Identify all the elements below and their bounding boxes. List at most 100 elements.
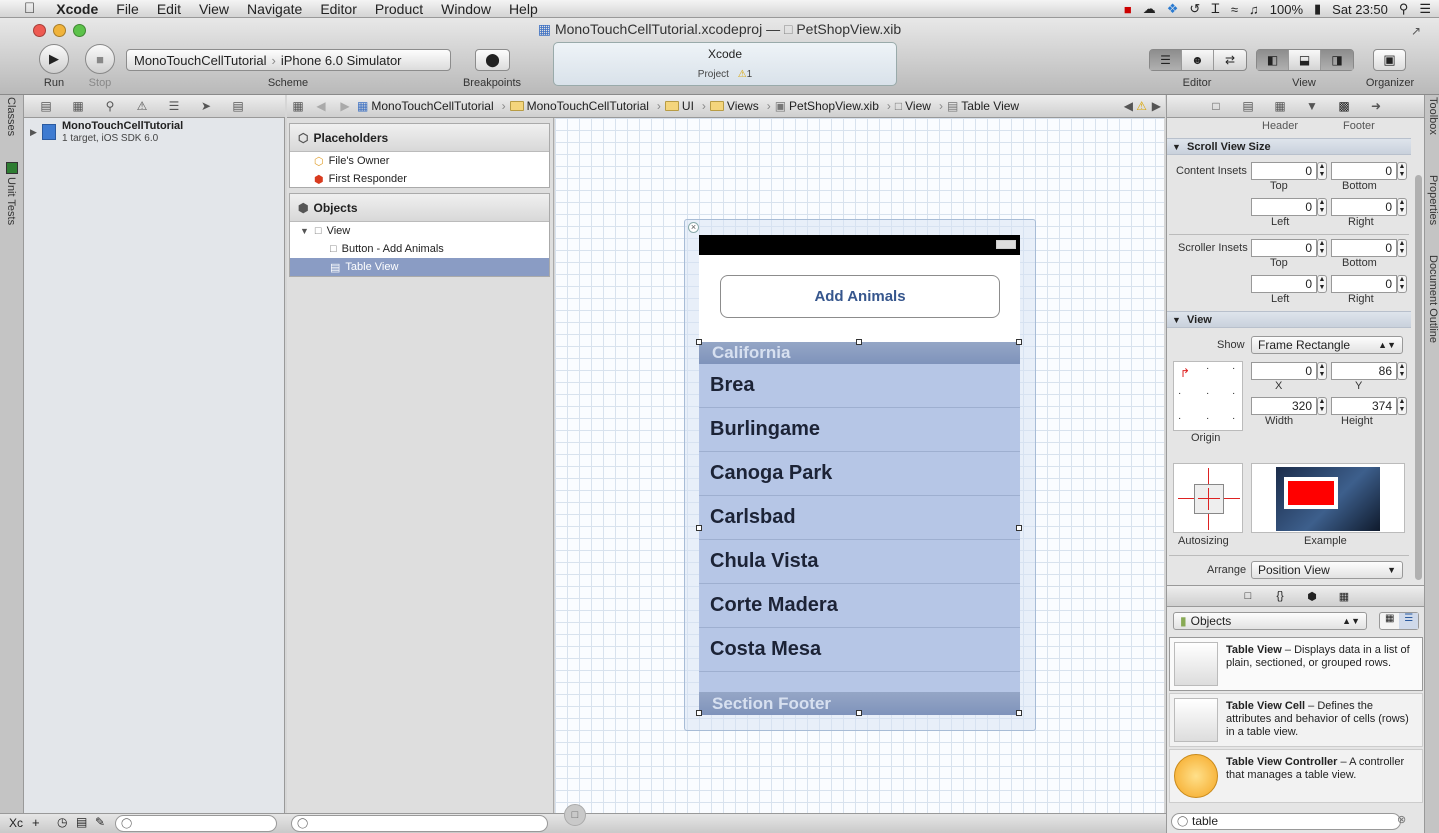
menu-help[interactable]: Help [500,0,547,18]
activity-warning-count[interactable]: 1 [747,69,753,80]
stepper-icon[interactable]: ▲ ▼ [1317,239,1327,257]
breadcrumb-xib[interactable]: ▣ PetShopView.xib [775,99,879,113]
dropbox-icon[interactable]: ❖ [1167,1,1179,17]
organizer-button[interactable]: ▣ [1373,49,1406,71]
notification-center-icon[interactable]: ☰ [1419,1,1431,17]
origin-selector[interactable]: ↱ · · · · · · · · [1173,361,1243,431]
properties-tab[interactable]: Properties [1427,175,1439,225]
x-field[interactable]: 0 [1251,362,1317,380]
activity-viewer[interactable]: Xcode Project ⚠1 [553,42,897,86]
view-section[interactable]: ▼ View [1167,311,1411,328]
time-machine-icon[interactable]: ↺ [1189,1,1200,17]
project-name[interactable]: MonoTouchCellTutorial [62,120,183,132]
library-filter-select[interactable]: ▮ Objects ▲▼ [1173,612,1367,630]
document-outline-tab[interactable]: Document Outline [1427,255,1439,343]
left-strut-icon[interactable] [1178,498,1194,499]
breadcrumb-table-view[interactable]: ▤ Table View [947,99,1019,113]
scroller-inset-top-field[interactable]: 0 [1251,239,1317,257]
simulated-iphone-view[interactable]: Add Animals California Brea Burlingame C… [696,235,1022,716]
first-responder-row[interactable]: ⬢ First Responder [290,170,549,188]
scroller-inset-bottom-field[interactable]: 0 [1331,239,1397,257]
resize-handle[interactable] [856,710,862,716]
navigator-filter-input[interactable]: ◯ [115,815,277,832]
list-view-icon[interactable]: ☰ [1399,613,1418,629]
battery-percent[interactable]: 100% [1270,2,1303,17]
breadcrumb-views[interactable]: Views [709,99,759,113]
table-cell[interactable]: Costa Mesa [699,628,1020,672]
resize-handle[interactable] [1016,525,1022,531]
menu-window[interactable]: Window [432,0,500,18]
code-snippet-icon[interactable]: {} [1264,590,1296,602]
wifi-icon[interactable]: ≈ [1231,2,1238,17]
inspector-scrollbar[interactable] [1415,175,1422,580]
breadcrumb-ui[interactable]: UI [664,99,694,113]
scheme-selector[interactable]: MonoTouchCellTutorial › iPhone 6.0 Simul… [126,49,451,71]
source-control-icon[interactable]: ▤ [76,815,87,829]
breakpoint-navigator-icon[interactable]: ➤ [190,99,222,113]
content-inset-left-field[interactable]: 0 [1251,198,1317,216]
add-icon[interactable]: + [32,815,40,830]
show-select[interactable]: Frame Rectangle ▲▼ [1251,336,1403,354]
record-icon[interactable]: ■ [1124,2,1132,17]
stepper-icon[interactable]: ▲ ▼ [1397,362,1407,380]
warning-icon[interactable]: ⚠ [738,69,747,80]
clock[interactable]: Sat 23:50 [1332,2,1388,17]
project-navigator-icon[interactable]: ▤ [30,99,62,113]
debug-navigator-icon[interactable]: ☰ [158,99,190,113]
outline-filter-input[interactable]: ◯ [291,815,548,832]
disclosure-open-icon[interactable]: ▼ [300,226,309,236]
autosizing-control[interactable] [1173,463,1243,533]
symbol-navigator-icon[interactable]: ▦ [62,99,94,113]
breakpoints-button[interactable]: ⬤ [475,49,510,71]
menu-view[interactable]: View [190,0,238,18]
library-item[interactable]: Table View Controller – A controller tha… [1169,749,1423,803]
table-cell[interactable]: Brea [699,364,1020,408]
table-cell[interactable]: Corte Madera [699,584,1020,628]
battery-icon[interactable]: ▮ [1314,1,1321,17]
connections-inspector-icon[interactable]: ➜ [1360,99,1392,113]
classes-tab[interactable]: Classes [5,97,17,136]
resize-handle[interactable] [1016,710,1022,716]
stepper-icon[interactable]: ▲ ▼ [1397,275,1407,293]
resize-handle[interactable] [696,525,702,531]
scroller-inset-left-field[interactable]: 0 [1251,275,1317,293]
resize-handle[interactable] [696,710,702,716]
size-inspector-icon[interactable]: ▩ [1328,99,1360,113]
standard-editor-button[interactable]: ☰ [1150,50,1182,70]
clear-search-icon[interactable]: ⊗ [1397,813,1406,826]
apple-menu-icon[interactable]:  [0,0,47,18]
disclosure-triangle-icon[interactable]: ▶ [30,127,37,138]
recent-files-icon[interactable]: ◷ [57,815,67,829]
breadcrumb-project[interactable]: ▦ MonoTouchCellTutorial [357,99,494,113]
library-item[interactable]: Table View Cell – Defines the attributes… [1169,693,1423,747]
resize-handle[interactable] [696,339,702,345]
content-inset-right-field[interactable]: 0 [1331,198,1397,216]
view-row[interactable]: ▼ □ View [290,222,549,240]
menu-editor[interactable]: Editor [311,0,366,18]
bottom-strut-icon[interactable] [1208,514,1209,530]
stepper-icon[interactable]: ▲ ▼ [1317,162,1327,180]
stop-button[interactable]: ■ [85,44,115,74]
resize-handle[interactable] [1016,339,1022,345]
media-library-icon[interactable]: ▦ [1328,590,1360,603]
cloud-icon[interactable]: ☁ [1143,1,1156,17]
attributes-inspector-icon[interactable]: ▼ [1296,99,1328,113]
close-view-icon[interactable]: × [688,222,699,233]
add-animals-button[interactable]: Add Animals [720,275,1000,318]
menu-edit[interactable]: Edit [148,0,190,18]
resize-handle[interactable] [856,339,862,345]
toggle-utilities-button[interactable]: ◨ [1321,50,1353,70]
warning-icon[interactable]: ⚠ [1136,99,1147,113]
arrange-select[interactable]: Position View ▼ [1251,561,1403,579]
y-field[interactable]: 86 [1331,362,1397,380]
back-arrow-icon[interactable]: ◀ [309,99,333,113]
files-owner-row[interactable]: ⬡ File's Owner [290,152,549,170]
version-editor-button[interactable]: ⇄ [1214,50,1246,70]
file-inspector-icon[interactable]: □ [1200,99,1232,113]
toolbox-tab[interactable]: Toolbox [1427,97,1439,135]
unit-tests-tab[interactable]: Unit Tests [5,177,17,225]
table-cell[interactable]: Chula Vista [699,540,1020,584]
bluetooth-icon[interactable]: Ꮖ [1211,1,1220,17]
search-navigator-icon[interactable]: ⚲ [94,99,126,113]
height-spring-icon[interactable] [1208,488,1209,510]
